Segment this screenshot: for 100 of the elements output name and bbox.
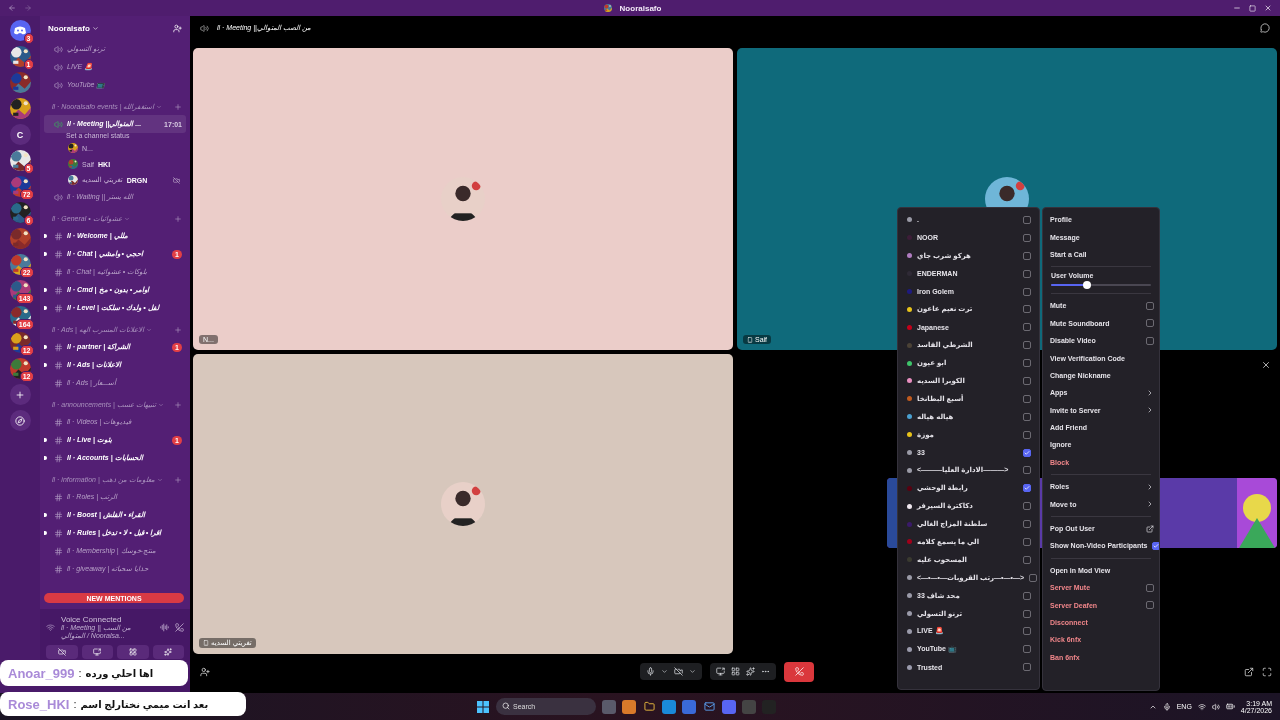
checkbox[interactable]: [1023, 394, 1031, 403]
hash-icon: [54, 510, 63, 520]
checkbox[interactable]: [1151, 541, 1159, 550]
close-icon[interactable]: [1264, 4, 1272, 12]
app-logo-icon: [14, 26, 26, 35]
add-channel-icon[interactable]: [174, 215, 182, 223]
checkbox[interactable]: [1023, 609, 1031, 618]
hash-icon: [54, 378, 63, 388]
speaker-icon: [54, 192, 63, 202]
checkbox[interactable]: [1023, 591, 1031, 600]
sparkles-icon: [746, 667, 755, 676]
taskbar-app-icon[interactable]: [602, 699, 616, 714]
signal-icon[interactable]: [46, 623, 55, 632]
minimize-icon[interactable]: [1233, 4, 1241, 12]
screen-share-icon: [93, 648, 102, 656]
server-name[interactable]: Nooralsafo: [48, 23, 99, 33]
speaker-icon: [54, 80, 63, 90]
add-channel-icon[interactable]: [174, 326, 182, 334]
server-button[interactable]: C: [9, 124, 31, 145]
screen-share-button[interactable]: [714, 665, 727, 678]
volume-icon[interactable]: [1211, 702, 1220, 711]
server-button[interactable]: [9, 72, 31, 93]
chevron-icon: [123, 216, 130, 222]
checkbox[interactable]: [1023, 484, 1031, 493]
hang-up-button[interactable]: [784, 661, 814, 682]
microphone-icon[interactable]: [1162, 702, 1171, 711]
taskbar-app-icon[interactable]: [722, 699, 736, 714]
folder-button[interactable]: [642, 699, 656, 714]
checkbox[interactable]: [1023, 233, 1031, 242]
popout-icon[interactable]: [1244, 666, 1254, 677]
checkbox[interactable]: [1023, 412, 1031, 421]
grid-icon: [731, 667, 740, 676]
close-button[interactable]: [1261, 360, 1271, 370]
checkbox[interactable]: [1023, 359, 1031, 368]
checkbox[interactable]: [1023, 376, 1031, 385]
maximize-icon[interactable]: [1249, 4, 1256, 12]
checkbox[interactable]: [1023, 645, 1031, 654]
checkbox[interactable]: [1023, 520, 1031, 529]
checkbox[interactable]: [1023, 215, 1031, 224]
checkbox[interactable]: [1023, 323, 1031, 332]
checkbox[interactable]: [1023, 341, 1031, 350]
battery-icon[interactable]: [1225, 702, 1235, 711]
checkbox[interactable]: [1146, 301, 1154, 310]
checkbox[interactable]: [1023, 251, 1031, 260]
invite-icon[interactable]: [173, 23, 182, 33]
checkbox[interactable]: [1023, 466, 1031, 475]
start-button[interactable]: [476, 699, 490, 714]
checkbox[interactable]: [1023, 305, 1031, 314]
checkbox[interactable]: [1023, 502, 1031, 511]
more-icon: [761, 667, 770, 676]
camera-button[interactable]: [46, 645, 78, 659]
forward-icon[interactable]: [24, 4, 32, 12]
checkbox[interactable]: [1146, 336, 1154, 345]
discover-button[interactable]: [9, 410, 31, 431]
add-channel-icon[interactable]: [174, 401, 182, 409]
checkbox[interactable]: [1023, 448, 1031, 457]
microphone-button[interactable]: [644, 665, 657, 678]
mail-button[interactable]: [702, 699, 716, 714]
checkbox[interactable]: [1023, 663, 1031, 672]
checkbox[interactable]: [1023, 430, 1031, 439]
noise-icon[interactable]: [160, 623, 169, 632]
screen-share-button[interactable]: [81, 645, 113, 659]
grid-icon: [128, 648, 137, 656]
checkbox[interactable]: [1023, 627, 1031, 636]
hash-icon: [54, 564, 63, 574]
add-channel-icon[interactable]: [174, 476, 182, 484]
activities-button[interactable]: [117, 645, 149, 659]
slider-handle[interactable]: [1083, 281, 1091, 290]
checkbox[interactable]: [1146, 601, 1154, 610]
compass-icon: [15, 415, 25, 426]
server-button[interactable]: [9, 228, 31, 249]
server-button[interactable]: [9, 98, 31, 119]
checkbox[interactable]: [1023, 537, 1031, 546]
soundboard-button[interactable]: [744, 665, 757, 678]
soundboard-button[interactable]: [152, 645, 184, 659]
wifi-icon[interactable]: [1197, 702, 1206, 711]
chat-username: Anoar_999: [8, 665, 75, 681]
checkbox[interactable]: [1146, 583, 1154, 592]
checkbox[interactable]: [1146, 319, 1154, 328]
back-icon[interactable]: [8, 4, 16, 12]
speaker-icon: [54, 44, 63, 54]
disconnect-icon[interactable]: [175, 623, 184, 632]
browser-icon[interactable]: [662, 699, 676, 714]
add-channel-icon[interactable]: [174, 103, 182, 111]
checkbox[interactable]: [1029, 573, 1038, 582]
chevron-icon: [91, 24, 99, 32]
volume-slider[interactable]: [1051, 284, 1151, 287]
invite-icon[interactable]: [200, 666, 210, 677]
chat-icon[interactable]: [1260, 23, 1270, 33]
taskbar-app-icon[interactable]: [622, 699, 636, 714]
fullscreen-icon[interactable]: [1262, 666, 1272, 677]
checkbox[interactable]: [1023, 287, 1031, 296]
checkbox[interactable]: [1023, 555, 1031, 564]
check-icon: [1024, 449, 1030, 456]
camera-button[interactable]: [672, 665, 685, 678]
hash-icon: [54, 417, 63, 427]
activities-button[interactable]: [729, 665, 742, 678]
taskbar-app-icon[interactable]: [682, 699, 696, 714]
checkbox[interactable]: [1023, 269, 1031, 278]
add-server-button[interactable]: [9, 384, 31, 405]
